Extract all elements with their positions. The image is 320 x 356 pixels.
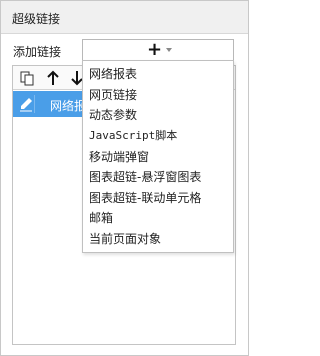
dialog-title: 超级链接	[12, 12, 61, 26]
title-bar: 超级链接	[1, 1, 248, 34]
link-item-label: 网络报	[50, 99, 83, 113]
menu-item-web-report[interactable]: 网络报表	[89, 64, 137, 84]
menu-item-mobile-popup[interactable]: 移动端弹窗	[89, 147, 149, 167]
add-link-label: 添加链接	[13, 45, 62, 59]
menu-item-current-page-object[interactable]: 当前页面对象	[89, 229, 161, 249]
menu-item-chart-floating-window[interactable]: 图表超链-悬浮窗图表	[89, 167, 201, 187]
menu-item-dynamic-parameter[interactable]: 动态参数	[89, 105, 137, 125]
chevron-down-icon	[166, 48, 172, 52]
copy-icon[interactable]	[18, 68, 38, 88]
menu-item-web-link[interactable]: 网页链接	[89, 85, 137, 105]
arrow-up-icon[interactable]	[43, 68, 63, 88]
add-link-dropdown-menu: 网络报表 网页链接 动态参数 JavaScript脚本 移动端弹窗 图表超链-悬…	[82, 60, 234, 253]
menu-item-chart-linked-cell[interactable]: 图表超链-联动单元格	[89, 188, 201, 208]
hyperlink-dialog: 超级链接 添加链接 + 网络报 网络报表 网页链接 动态参数 JavaScrip…	[0, 0, 249, 356]
pencil-icon	[17, 95, 35, 113]
menu-item-email[interactable]: 邮箱	[89, 208, 113, 228]
plus-icon: +	[147, 39, 163, 60]
menu-item-javascript[interactable]: JavaScript脚本	[89, 126, 177, 146]
add-link-button[interactable]: +	[82, 39, 234, 61]
link-list-item[interactable]: 网络报	[13, 91, 83, 117]
